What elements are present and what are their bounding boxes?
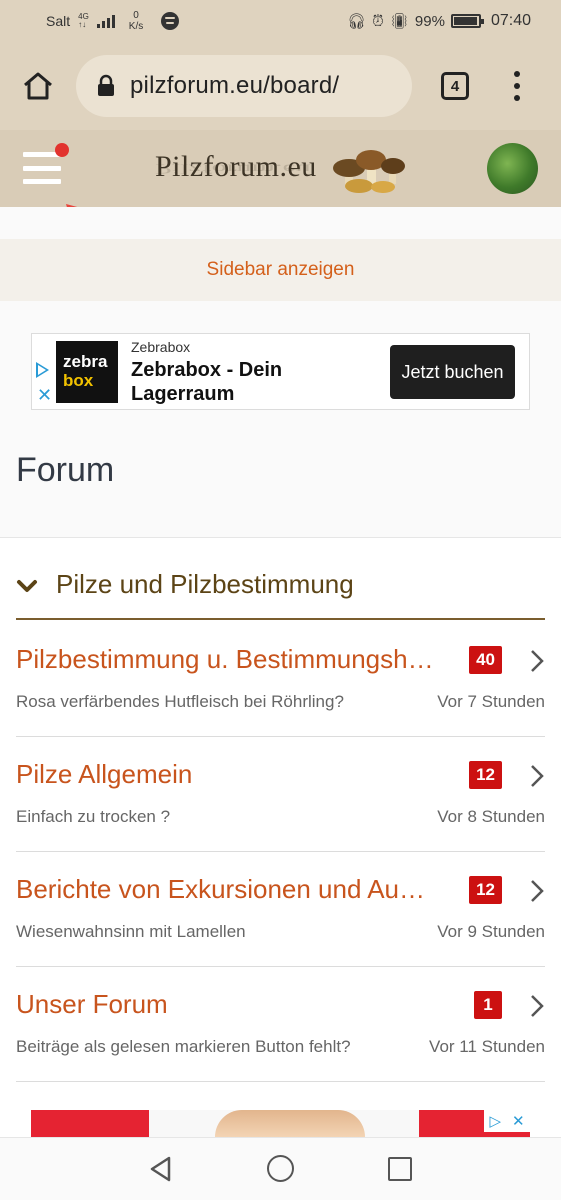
- recents-icon[interactable]: [388, 1157, 412, 1181]
- unread-badge: 12: [469, 876, 502, 904]
- category-title[interactable]: Pilze und Pilzbestimmung: [56, 569, 354, 600]
- spotify-icon: [161, 12, 180, 30]
- chevron-right-icon[interactable]: [529, 763, 545, 789]
- alarm-icon: ⏰︎: [372, 12, 384, 30]
- board-list: Pilzbestimmung u. Bestimmungshilfe 40 Ro…: [16, 622, 545, 1082]
- address-bar[interactable]: pilzforum.eu/board/: [76, 55, 412, 117]
- browser-toolbar: pilzforum.eu/board/ 4: [0, 42, 561, 130]
- board-row[interactable]: Unser Forum 1 Beiträge als gelesen marki…: [16, 967, 545, 1082]
- site-header: Pilzforum.eu Pilzforum.eu: [0, 130, 561, 207]
- sidebar-toggle[interactable]: Sidebar anzeigen: [0, 239, 561, 301]
- last-post-time: Vor 8 Stunden: [437, 807, 545, 826]
- last-post-time: Vor 7 Stunden: [437, 692, 545, 711]
- chevron-down-icon[interactable]: [16, 575, 38, 597]
- last-post-title[interactable]: Wiesenwahnsinn mit Lamellen: [16, 922, 246, 942]
- notification-dot: [55, 143, 69, 157]
- last-post-title[interactable]: Rosa verfärbendes Hutfleisch bei Röhrlin…: [16, 692, 344, 712]
- ad-logo[interactable]: zebra box: [56, 341, 118, 403]
- board-title[interactable]: Pilze Allgemein: [16, 759, 436, 790]
- close-icon[interactable]: ✕: [37, 386, 52, 404]
- board-title[interactable]: Berichte von Exkursionen und Ausflügen: [16, 874, 436, 905]
- bottom-ad-banner[interactable]: ▷ ✕: [31, 1110, 530, 1137]
- ad-banner[interactable]: ✕ zebra box Zebrabox Zebrabox - Dein Lag…: [31, 333, 530, 410]
- last-post-title[interactable]: Einfach zu trocken ?: [16, 807, 170, 827]
- network-type: 4G ↑↓: [78, 12, 89, 29]
- mushroom-icon: [333, 150, 405, 193]
- home-icon[interactable]: [22, 70, 54, 102]
- last-post-title[interactable]: Beiträge als gelesen markieren Button fe…: [16, 1037, 351, 1057]
- chevron-right-icon[interactable]: [529, 878, 545, 904]
- chevron-right-icon[interactable]: [529, 648, 545, 674]
- board-row[interactable]: Pilzbestimmung u. Bestimmungshilfe 40 Ro…: [16, 622, 545, 737]
- browser-menu-icon[interactable]: [506, 68, 528, 104]
- system-nav-bar: [0, 1137, 561, 1200]
- board-title[interactable]: Pilzbestimmung u. Bestimmungshilfe: [16, 644, 436, 675]
- vibrate-icon: 📳︎: [389, 13, 409, 30]
- content-header: ✕ zebra box Zebrabox Zebrabox - Dein Lag…: [0, 301, 561, 537]
- board-row[interactable]: Pilze Allgemein 12 Einfach zu trocken ? …: [16, 737, 545, 852]
- sidebar-toggle-label[interactable]: Sidebar anzeigen: [207, 259, 355, 281]
- home-nav-icon[interactable]: [267, 1155, 294, 1182]
- adchoices-icon[interactable]: [36, 362, 49, 378]
- category-header[interactable]: Pilze und Pilzbestimmung: [16, 560, 545, 620]
- lock-icon: [98, 74, 114, 96]
- carrier-label: Salt: [46, 13, 71, 29]
- board-title[interactable]: Unser Forum: [16, 989, 436, 1020]
- headphones-icon: 🎧︎: [347, 13, 367, 30]
- board-row[interactable]: Berichte von Exkursionen und Ausflügen 1…: [16, 852, 545, 967]
- last-post-time: Vor 11 Stunden: [429, 1037, 545, 1056]
- back-icon[interactable]: [147, 1155, 175, 1183]
- ad-title[interactable]: Zebrabox - Dein Lagerraum: [131, 358, 311, 406]
- page-title: Forum: [16, 451, 115, 489]
- network-speed: 0 K/s: [128, 10, 144, 32]
- chevron-right-icon[interactable]: [529, 993, 545, 1019]
- divider: [0, 537, 561, 538]
- unread-badge: 40: [469, 646, 502, 674]
- site-logo[interactable]: Pilzforum.eu Pilzforum.eu: [155, 142, 415, 198]
- signal-icon: [96, 14, 115, 28]
- adchoices-icon[interactable]: ▷ ✕: [484, 1110, 530, 1132]
- battery-percent: 99%: [414, 12, 445, 30]
- last-post-time: Vor 9 Stunden: [437, 922, 545, 941]
- battery-icon: [450, 14, 484, 28]
- unread-badge: 12: [469, 761, 502, 789]
- ad-image: [215, 1110, 365, 1137]
- tab-switcher-button[interactable]: 4: [441, 72, 469, 100]
- clock: 07:40: [490, 12, 531, 29]
- url-text: pilzforum.eu/board/: [130, 72, 340, 99]
- header-spacer: [0, 207, 561, 239]
- unread-badge: 1: [474, 991, 502, 1019]
- hamburger-menu-icon[interactable]: [23, 152, 61, 184]
- ad-brand: Zebrabox: [131, 339, 191, 355]
- user-avatar[interactable]: [487, 143, 538, 194]
- ad-cta-button[interactable]: Jetzt buchen: [390, 345, 515, 399]
- status-bar: Salt 4G ↑↓ 0 K/s 🎧︎ ⏰︎ 📳︎ 99% 07:40: [0, 0, 561, 42]
